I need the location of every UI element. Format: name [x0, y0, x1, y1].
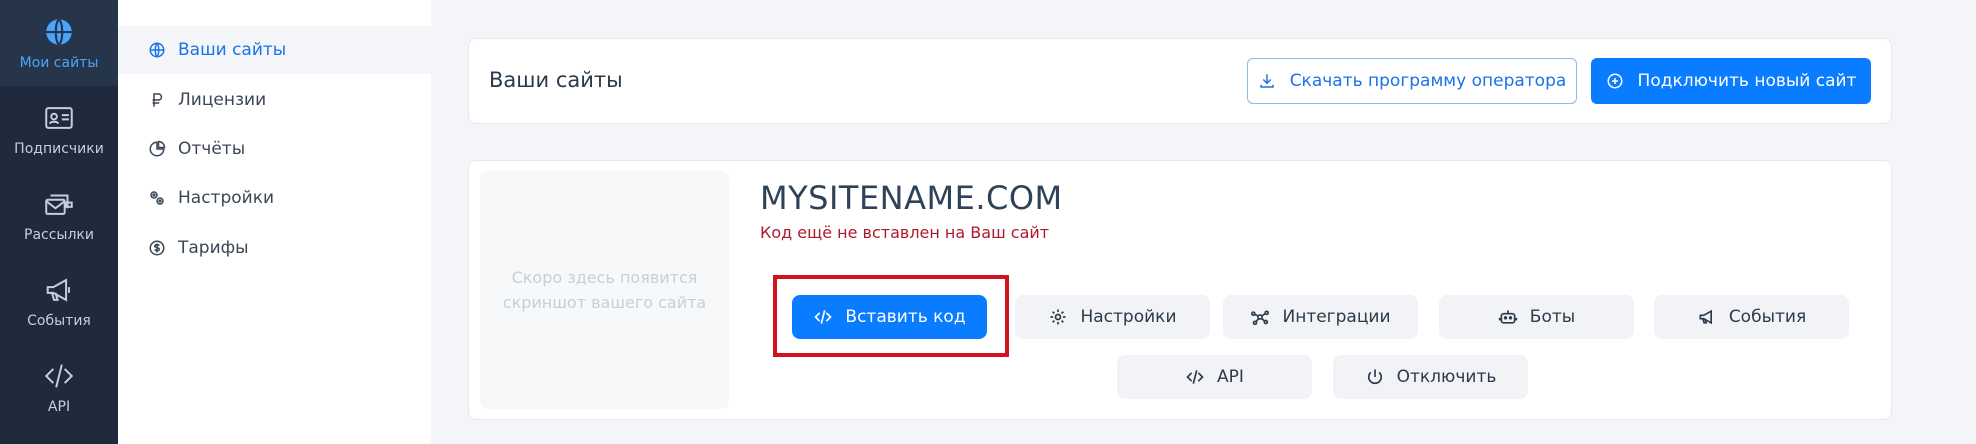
insert-code-button[interactable]: Вставить код [792, 295, 987, 339]
rail-item-label: API [47, 399, 71, 415]
menu-item-label: Отчёты [178, 139, 246, 159]
connect-new-site-button[interactable]: Подключить новый сайт [1591, 58, 1871, 104]
menu-item-tariffs[interactable]: Тарифы [118, 224, 431, 272]
pie-chart-icon [149, 140, 166, 157]
rail-item-label: Подписчики [14, 141, 104, 157]
rail-item-my-sites[interactable]: Мои сайты [0, 0, 118, 86]
site-name: MYSITENAME.COM [760, 179, 1063, 217]
site-settings-button[interactable]: Настройки [1015, 295, 1210, 339]
rail-item-subscribers[interactable]: Подписчики [0, 86, 118, 172]
page-header-card: Ваши сайты Скачать программу оператора П… [468, 38, 1892, 124]
menu-item-reports[interactable]: Отчёты [118, 125, 431, 173]
ruble-icon [152, 93, 163, 107]
rail-item-api[interactable]: API [0, 344, 118, 430]
connect-new-site-label: Подключить новый сайт [1637, 71, 1857, 91]
code-icon [814, 310, 833, 324]
robot-icon [1498, 310, 1517, 324]
contact-card-icon [45, 107, 73, 129]
page-title: Ваши сайты [489, 68, 623, 92]
menu-item-label: Лицензии [178, 90, 267, 110]
download-operator-app-button[interactable]: Скачать программу оператора [1247, 58, 1577, 104]
section-menu: Ваши сайты Лицензии Отчёты Настройки Тар… [118, 0, 431, 444]
power-icon [1367, 369, 1382, 385]
rail-item-label: Мои сайты [19, 55, 99, 71]
download-icon [1259, 74, 1274, 88]
mail-stack-icon [45, 194, 73, 215]
insert-code-label: Вставить код [845, 307, 966, 327]
events-button[interactable]: События [1654, 295, 1849, 339]
site-settings-label: Настройки [1080, 307, 1177, 327]
megaphone-icon [46, 278, 70, 302]
disable-site-label: Отключить [1396, 367, 1497, 387]
integrations-label: Интеграции [1282, 307, 1391, 327]
site-card: Скоро здесь появится скриншот вашего сай… [468, 160, 1892, 420]
menu-item-label: Настройки [178, 188, 275, 208]
site-screenshot-placeholder: Скоро здесь появится скриншот вашего сай… [480, 171, 729, 409]
plus-circle-icon [1607, 73, 1623, 89]
code-icon [44, 364, 74, 388]
api-button[interactable]: API [1117, 355, 1312, 399]
disable-site-button[interactable]: Отключить [1333, 355, 1528, 399]
events-label: События [1728, 307, 1807, 327]
site-status-message: Код ещё не вставлен на Ваш сайт [760, 223, 1050, 242]
main-nav-rail: Мои сайты Подписчики Рассылки События AP… [0, 0, 118, 444]
gear-icon [1050, 309, 1066, 325]
menu-item-your-sites[interactable]: Ваши сайты [118, 26, 431, 74]
rail-item-mailings[interactable]: Рассылки [0, 172, 118, 258]
gears-icon [150, 191, 164, 205]
dollar-circle-icon [149, 240, 165, 256]
globe-icon [46, 18, 72, 46]
menu-item-settings[interactable]: Настройки [118, 174, 431, 222]
menu-item-label: Тарифы [178, 238, 249, 258]
megaphone-icon [1699, 309, 1712, 325]
integrations-button[interactable]: Интеграции [1223, 295, 1418, 339]
menu-item-licenses[interactable]: Лицензии [118, 76, 431, 124]
menu-item-label: Ваши сайты [178, 40, 287, 60]
download-operator-app-label: Скачать программу оператора [1289, 71, 1567, 91]
rail-item-events[interactable]: События [0, 258, 118, 344]
globe-icon [149, 42, 165, 58]
bots-label: Боты [1529, 307, 1576, 327]
code-icon [1186, 370, 1204, 384]
rail-item-label: Рассылки [24, 227, 94, 243]
network-icon [1251, 310, 1270, 326]
rail-item-label: События [27, 313, 91, 329]
bots-button[interactable]: Боты [1439, 295, 1634, 339]
api-label: API [1217, 367, 1244, 387]
